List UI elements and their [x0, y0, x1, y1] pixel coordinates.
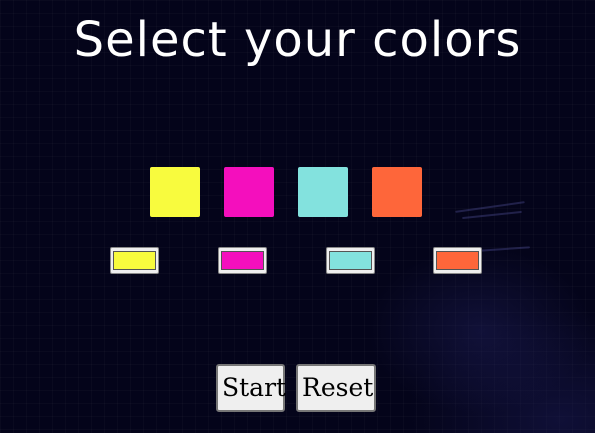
page-title: Select your colors [73, 12, 522, 68]
color-picker-fill [436, 251, 479, 270]
color-picker-input[interactable] [433, 247, 482, 274]
color-swatch [224, 167, 274, 217]
color-swatch [150, 167, 200, 217]
background-streak [479, 246, 531, 252]
background-streak [462, 210, 522, 220]
start-button[interactable]: Start [216, 364, 286, 412]
color-picker-input[interactable] [218, 247, 267, 274]
color-picker-input[interactable] [110, 247, 159, 274]
color-picker-fill [113, 251, 156, 270]
color-swatch [372, 167, 422, 217]
color-picker-input[interactable] [326, 247, 375, 274]
color-swatch [298, 167, 348, 217]
color-picker-fill [329, 251, 372, 270]
color-picker-fill [221, 251, 264, 270]
reset-button[interactable]: Reset [296, 364, 376, 412]
